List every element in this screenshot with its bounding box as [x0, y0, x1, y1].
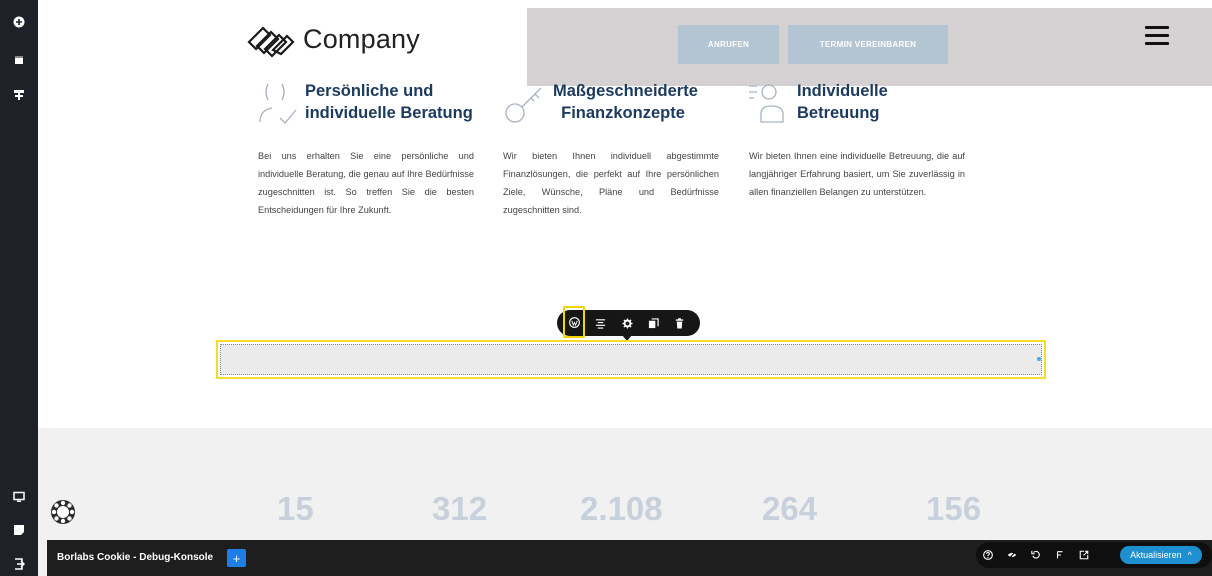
resize-handle[interactable] — [1037, 357, 1041, 361]
chevron-up-icon: ^ — [1187, 550, 1192, 560]
stat-number: 264 — [762, 490, 818, 527]
page-builder-screen: Company ANRUFEN TERMIN VEREINBAREN Persö… — [0, 0, 1212, 576]
desktop-preview-icon[interactable] — [7, 486, 31, 508]
appointment-button[interactable]: TERMIN VEREINBAREN — [788, 25, 948, 64]
header-actions: ANRUFEN TERMIN VEREINBAREN — [527, 8, 1212, 86]
stat-number: 312 — [432, 490, 488, 527]
feature-text: Wir bieten Ihnen eine individuelle Betre… — [749, 151, 965, 197]
exit-icon[interactable] — [7, 553, 31, 575]
block-placeholder[interactable] — [220, 344, 1042, 375]
cookie-settings-icon[interactable] — [49, 498, 77, 526]
builder-bottom-toolbar: Aktualisieren ^ — [976, 542, 1212, 568]
page-icon[interactable] — [7, 49, 31, 71]
feature-title: Individuelle Betreuung — [797, 82, 888, 122]
menu-icon[interactable] — [1145, 26, 1169, 46]
external-link-icon[interactable] — [1076, 547, 1092, 563]
debug-expand-button[interactable]: + — [227, 549, 246, 567]
settings-icon[interactable] — [617, 313, 637, 333]
stat-number: 156 — [926, 490, 982, 527]
feature-title: Persönliche und individuelle Beratung — [305, 82, 473, 122]
duplicate-icon[interactable] — [643, 313, 663, 333]
block-toolbar — [557, 306, 700, 338]
debug-console-title: Borlabs Cookie - Debug-Konsole — [57, 552, 214, 563]
logo-text: Company — [303, 23, 420, 54]
key-icon — [505, 87, 542, 123]
stat-number: 2.108 — [580, 490, 663, 527]
logo-mark-icon — [247, 26, 295, 58]
add-icon[interactable] — [7, 11, 31, 33]
undo-icon[interactable] — [1028, 547, 1044, 563]
selected-empty-block[interactable] — [216, 340, 1046, 379]
feature-text: Bei uns erhalten Sie eine persönliche un… — [258, 151, 474, 215]
person-list-icon — [749, 84, 784, 123]
update-button-label: Aktualisieren — [1130, 550, 1182, 560]
hide-icon[interactable] — [1004, 547, 1020, 563]
help-icon[interactable] — [980, 547, 996, 563]
feature-text: Wir bieten Ihnen individuell abgestimmte… — [503, 151, 719, 215]
structure-icon[interactable] — [7, 84, 31, 106]
wordpress-icon[interactable] — [563, 306, 585, 338]
delete-icon[interactable] — [669, 313, 689, 333]
feature-title: Maßgeschneiderte Finanzkonzepte — [553, 82, 698, 122]
editor-sidebar — [0, 0, 38, 576]
person-check-icon — [259, 83, 297, 124]
align-icon[interactable] — [590, 313, 610, 333]
update-button[interactable]: Aktualisieren ^ — [1120, 546, 1202, 564]
template-icon[interactable] — [7, 519, 31, 541]
history-icon[interactable] — [1052, 547, 1068, 563]
call-button[interactable]: ANRUFEN — [678, 25, 779, 64]
stat-number: 15 — [277, 490, 314, 527]
company-logo[interactable]: Company — [243, 20, 420, 58]
